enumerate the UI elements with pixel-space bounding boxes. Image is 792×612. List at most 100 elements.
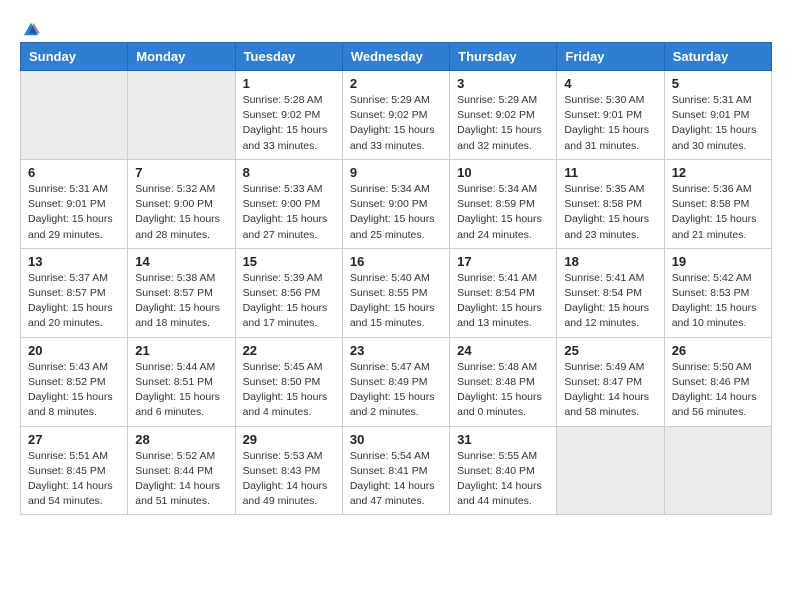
day-number: 18 — [564, 254, 656, 269]
day-detail: Sunrise: 5:31 AM Sunset: 9:01 PM Dayligh… — [672, 93, 764, 154]
calendar-cell: 23 Sunrise: 5:47 AM Sunset: 8:49 PM Dayli… — [342, 337, 449, 426]
day-detail: Sunrise: 5:42 AM Sunset: 8:53 PM Dayligh… — [672, 271, 764, 332]
weekday-header-monday: Monday — [128, 43, 235, 71]
day-detail: Sunrise: 5:43 AM Sunset: 8:52 PM Dayligh… — [28, 360, 120, 421]
weekday-header-tuesday: Tuesday — [235, 43, 342, 71]
day-number: 6 — [28, 165, 120, 180]
day-number: 19 — [672, 254, 764, 269]
logo-icon — [22, 20, 40, 38]
calendar-week-1: 1 Sunrise: 5:28 AM Sunset: 9:02 PM Daylig… — [21, 71, 772, 160]
day-number: 15 — [243, 254, 335, 269]
day-number: 8 — [243, 165, 335, 180]
day-detail: Sunrise: 5:31 AM Sunset: 9:01 PM Dayligh… — [28, 182, 120, 243]
day-number: 3 — [457, 76, 549, 91]
calendar-cell: 27 Sunrise: 5:51 AM Sunset: 8:45 PM Dayli… — [21, 426, 128, 515]
day-detail: Sunrise: 5:45 AM Sunset: 8:50 PM Dayligh… — [243, 360, 335, 421]
day-detail: Sunrise: 5:30 AM Sunset: 9:01 PM Dayligh… — [564, 93, 656, 154]
calendar-cell: 7Sunrise: 5:32 AM Sunset: 9:00 PM Daylig… — [128, 159, 235, 248]
day-number: 28 — [135, 432, 227, 447]
day-number: 24 — [457, 343, 549, 358]
calendar-cell: 12 Sunrise: 5:36 AM Sunset: 8:58 PM Dayli… — [664, 159, 771, 248]
calendar-week-5: 27 Sunrise: 5:51 AM Sunset: 8:45 PM Dayli… — [21, 426, 772, 515]
day-number: 25 — [564, 343, 656, 358]
day-detail: Sunrise: 5:49 AM Sunset: 8:47 PM Dayligh… — [564, 360, 656, 421]
day-detail: Sunrise: 5:36 AM Sunset: 8:58 PM Dayligh… — [672, 182, 764, 243]
day-number: 10 — [457, 165, 549, 180]
calendar-cell: 1 Sunrise: 5:28 AM Sunset: 9:02 PM Daylig… — [235, 71, 342, 160]
day-number: 2 — [350, 76, 442, 91]
day-number: 21 — [135, 343, 227, 358]
calendar-cell: 2 Sunrise: 5:29 AM Sunset: 9:02 PM Daylig… — [342, 71, 449, 160]
calendar-cell: 24 Sunrise: 5:48 AM Sunset: 8:48 PM Dayli… — [450, 337, 557, 426]
day-detail: Sunrise: 5:55 AM Sunset: 8:40 PM Dayligh… — [457, 449, 549, 510]
calendar-cell: 31 Sunrise: 5:55 AM Sunset: 8:40 PM Dayli… — [450, 426, 557, 515]
calendar-cell: 18 Sunrise: 5:41 AM Sunset: 8:54 PM Dayli… — [557, 248, 664, 337]
day-number: 5 — [672, 76, 764, 91]
day-number: 12 — [672, 165, 764, 180]
calendar-header-row: SundayMondayTuesdayWednesdayThursdayFrid… — [21, 43, 772, 71]
weekday-header-sunday: Sunday — [21, 43, 128, 71]
day-detail: Sunrise: 5:48 AM Sunset: 8:48 PM Dayligh… — [457, 360, 549, 421]
calendar-body: 1 Sunrise: 5:28 AM Sunset: 9:02 PM Daylig… — [21, 71, 772, 515]
day-detail: Sunrise: 5:39 AM Sunset: 8:56 PM Dayligh… — [243, 271, 335, 332]
weekday-header-wednesday: Wednesday — [342, 43, 449, 71]
weekday-header-saturday: Saturday — [664, 43, 771, 71]
calendar-cell: 14Sunrise: 5:38 AM Sunset: 8:57 PM Dayli… — [128, 248, 235, 337]
calendar-cell: 25 Sunrise: 5:49 AM Sunset: 8:47 PM Dayli… — [557, 337, 664, 426]
calendar-table: SundayMondayTuesdayWednesdayThursdayFrid… — [20, 42, 772, 515]
day-detail: Sunrise: 5:29 AM Sunset: 9:02 PM Dayligh… — [350, 93, 442, 154]
calendar-cell: 21 Sunrise: 5:44 AM Sunset: 8:51 PM Dayli… — [128, 337, 235, 426]
day-detail: Sunrise: 5:29 AM Sunset: 9:02 PM Dayligh… — [457, 93, 549, 154]
day-number: 27 — [28, 432, 120, 447]
page-header — [20, 20, 772, 32]
day-detail: Sunrise: 5:41 AM Sunset: 8:54 PM Dayligh… — [564, 271, 656, 332]
day-number: 22 — [243, 343, 335, 358]
day-detail: Sunrise: 5:54 AM Sunset: 8:41 PM Dayligh… — [350, 449, 442, 510]
calendar-cell: 8 Sunrise: 5:33 AM Sunset: 9:00 PM Daylig… — [235, 159, 342, 248]
day-number: 31 — [457, 432, 549, 447]
calendar-cell: 29Sunrise: 5:53 AM Sunset: 8:43 PM Dayli… — [235, 426, 342, 515]
day-number: 14 — [135, 254, 227, 269]
day-number: 9 — [350, 165, 442, 180]
day-detail: Sunrise: 5:28 AM Sunset: 9:02 PM Dayligh… — [243, 93, 335, 154]
day-number: 23 — [350, 343, 442, 358]
calendar-cell: 5 Sunrise: 5:31 AM Sunset: 9:01 PM Daylig… — [664, 71, 771, 160]
calendar-cell — [21, 71, 128, 160]
day-detail: Sunrise: 5:47 AM Sunset: 8:49 PM Dayligh… — [350, 360, 442, 421]
calendar-cell — [128, 71, 235, 160]
day-detail: Sunrise: 5:33 AM Sunset: 9:00 PM Dayligh… — [243, 182, 335, 243]
calendar-cell: 10Sunrise: 5:34 AM Sunset: 8:59 PM Dayli… — [450, 159, 557, 248]
day-detail: Sunrise: 5:37 AM Sunset: 8:57 PM Dayligh… — [28, 271, 120, 332]
day-detail: Sunrise: 5:41 AM Sunset: 8:54 PM Dayligh… — [457, 271, 549, 332]
day-number: 11 — [564, 165, 656, 180]
calendar-cell: 28Sunrise: 5:52 AM Sunset: 8:44 PM Dayli… — [128, 426, 235, 515]
weekday-header-thursday: Thursday — [450, 43, 557, 71]
day-detail: Sunrise: 5:40 AM Sunset: 8:55 PM Dayligh… — [350, 271, 442, 332]
calendar-cell: 17 Sunrise: 5:41 AM Sunset: 8:54 PM Dayli… — [450, 248, 557, 337]
calendar-cell: 22 Sunrise: 5:45 AM Sunset: 8:50 PM Dayli… — [235, 337, 342, 426]
day-number: 30 — [350, 432, 442, 447]
calendar-cell: 16 Sunrise: 5:40 AM Sunset: 8:55 PM Dayli… — [342, 248, 449, 337]
day-detail: Sunrise: 5:44 AM Sunset: 8:51 PM Dayligh… — [135, 360, 227, 421]
day-number: 1 — [243, 76, 335, 91]
calendar-cell: 26 Sunrise: 5:50 AM Sunset: 8:46 PM Dayli… — [664, 337, 771, 426]
day-detail: Sunrise: 5:34 AM Sunset: 9:00 PM Dayligh… — [350, 182, 442, 243]
logo — [20, 20, 40, 32]
day-number: 26 — [672, 343, 764, 358]
calendar-week-3: 13 Sunrise: 5:37 AM Sunset: 8:57 PM Dayli… — [21, 248, 772, 337]
calendar-cell: 11 Sunrise: 5:35 AM Sunset: 8:58 PM Dayli… — [557, 159, 664, 248]
calendar-cell: 30 Sunrise: 5:54 AM Sunset: 8:41 PM Dayli… — [342, 426, 449, 515]
day-detail: Sunrise: 5:35 AM Sunset: 8:58 PM Dayligh… — [564, 182, 656, 243]
calendar-week-2: 6 Sunrise: 5:31 AM Sunset: 9:01 PM Daylig… — [21, 159, 772, 248]
weekday-header-friday: Friday — [557, 43, 664, 71]
day-number: 17 — [457, 254, 549, 269]
day-detail: Sunrise: 5:51 AM Sunset: 8:45 PM Dayligh… — [28, 449, 120, 510]
day-number: 16 — [350, 254, 442, 269]
day-number: 29 — [243, 432, 335, 447]
calendar-cell: 9 Sunrise: 5:34 AM Sunset: 9:00 PM Daylig… — [342, 159, 449, 248]
day-number: 13 — [28, 254, 120, 269]
calendar-cell — [557, 426, 664, 515]
day-number: 20 — [28, 343, 120, 358]
calendar-cell: 20 Sunrise: 5:43 AM Sunset: 8:52 PM Dayli… — [21, 337, 128, 426]
day-detail: Sunrise: 5:50 AM Sunset: 8:46 PM Dayligh… — [672, 360, 764, 421]
